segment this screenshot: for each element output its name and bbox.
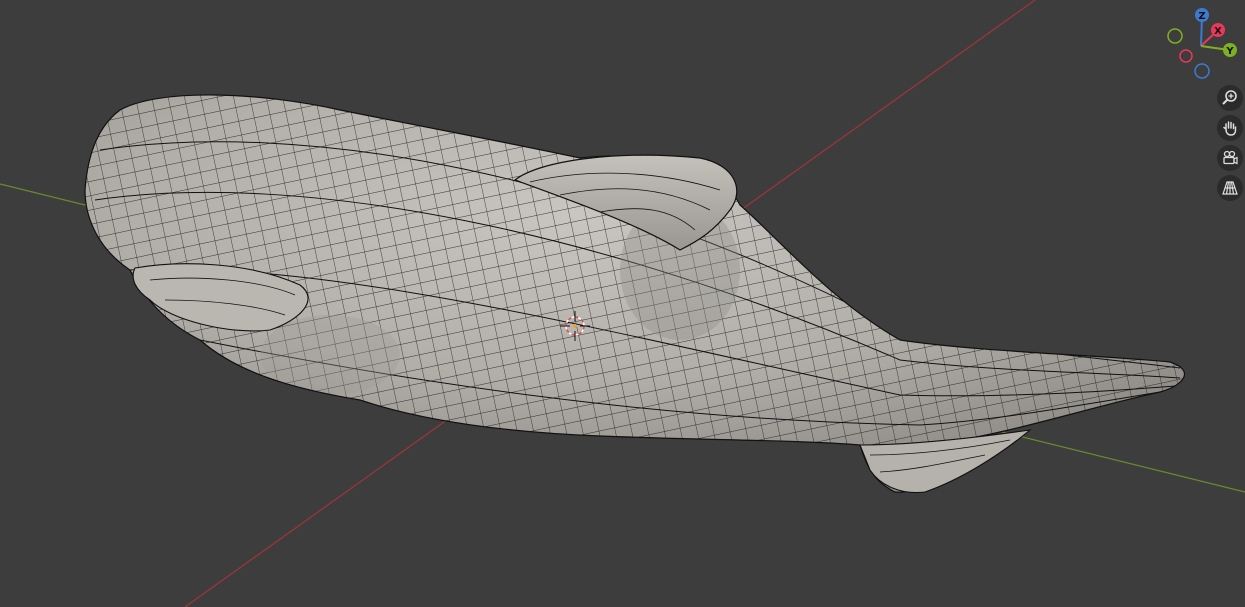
gizmo-neg-x[interactable] (1179, 49, 1193, 63)
gizmo-neg-z[interactable] (1194, 63, 1210, 79)
viewport-scene[interactable]: Z X Y (0, 0, 1245, 607)
camera-view-button[interactable] (1217, 145, 1243, 171)
3d-viewport[interactable]: Z X Y (0, 0, 1245, 607)
gizmo-neg-y[interactable] (1167, 28, 1183, 44)
zoom-button[interactable] (1217, 85, 1243, 111)
zoom-icon (1222, 90, 1237, 105)
svg-text:Z: Z (1198, 11, 1205, 22)
pan-button[interactable] (1217, 115, 1243, 141)
gizmo-z-axis[interactable]: Z (1195, 8, 1209, 22)
pan-hand-icon (1223, 121, 1237, 136)
gizmo-y-axis[interactable]: Y (1223, 43, 1237, 57)
perspective-toggle-button[interactable] (1217, 175, 1243, 201)
navigation-gizmo[interactable]: Z X Y (1167, 8, 1237, 79)
whale-mesh[interactable] (0, 0, 1245, 607)
svg-text:X: X (1214, 26, 1222, 37)
svg-text:Y: Y (1225, 46, 1234, 57)
gizmo-x-axis[interactable]: X (1211, 23, 1225, 37)
perspective-grid-icon (1222, 181, 1238, 195)
camera-view-icon (1223, 150, 1238, 165)
